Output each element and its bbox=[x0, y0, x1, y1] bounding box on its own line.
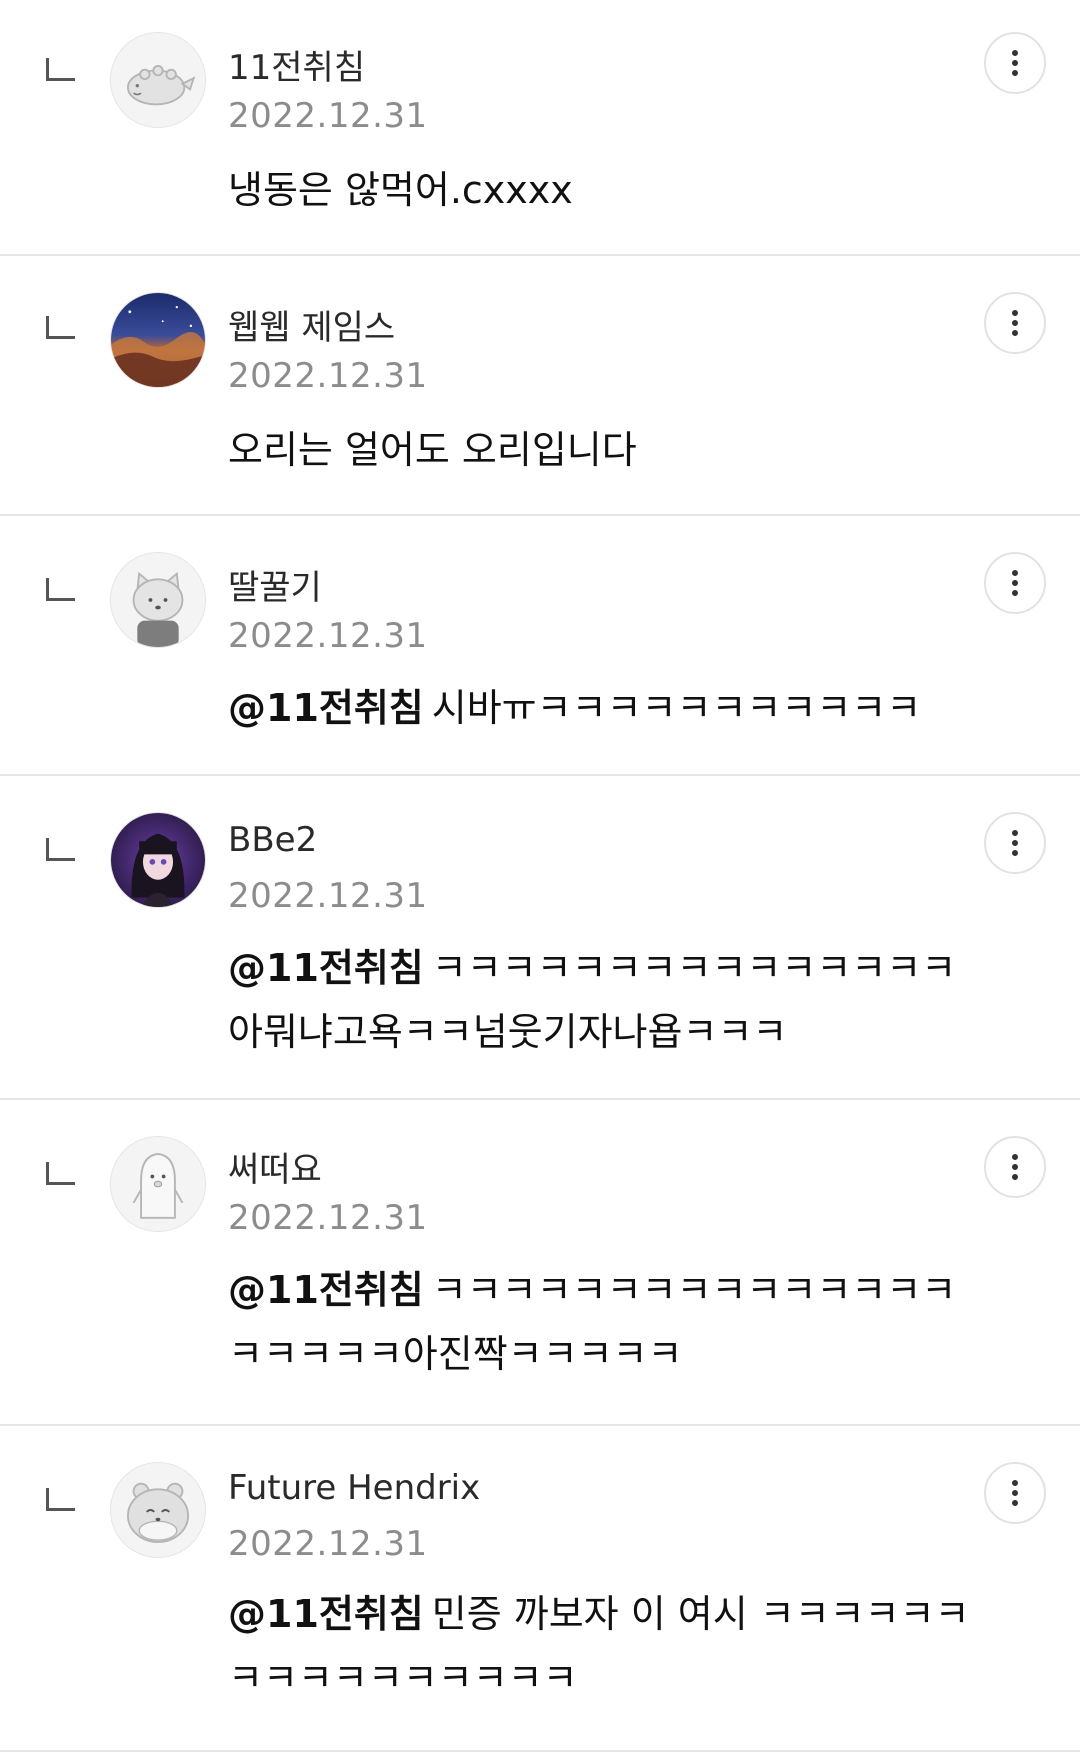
comment-author[interactable]: 딸꿀기 bbox=[228, 560, 322, 609]
mention-link[interactable]: @11전취침 bbox=[228, 946, 424, 990]
more-options-button[interactable] bbox=[984, 292, 1046, 354]
comment-body: 오리는 얼어도 오리입니다 bbox=[228, 428, 637, 472]
comment-item: 써떠요 2022.12.31 @11전취침 ㅋㅋㅋㅋㅋㅋㅋㅋㅋㅋㅋㅋㅋㅋㅋㅋㅋㅋㅋ… bbox=[0, 1100, 1080, 1426]
reply-indicator-icon bbox=[46, 838, 75, 861]
more-options-button[interactable] bbox=[984, 1462, 1046, 1524]
comment-author[interactable]: 웹웹 제임스 bbox=[228, 300, 395, 349]
comment-text: @11전취침 ㅋㅋㅋㅋㅋㅋㅋㅋㅋㅋㅋㅋㅋㅋㅋ아뭐냐고욕ㅋㅋ넘웃기자나욥ㅋㅋㅋ bbox=[228, 936, 988, 1064]
comment-text: 냉동은 않먹어.cxxxx bbox=[228, 158, 988, 222]
mention-link[interactable]: @11전취침 bbox=[228, 1592, 424, 1636]
reply-indicator-icon bbox=[46, 1488, 75, 1511]
more-options-button[interactable] bbox=[984, 552, 1046, 614]
comment-text: 오리는 얼어도 오리입니다 bbox=[228, 418, 988, 482]
comment-author[interactable]: Future Hendrix bbox=[228, 1468, 480, 1508]
reply-indicator-icon bbox=[46, 578, 75, 601]
comment-date: 2022.12.31 bbox=[228, 876, 428, 916]
mention-link[interactable]: @11전취침 bbox=[228, 1268, 424, 1312]
reply-indicator-icon bbox=[46, 316, 75, 339]
comment-date: 2022.12.31 bbox=[228, 616, 428, 656]
reply-indicator-icon bbox=[46, 58, 75, 81]
more-options-button[interactable] bbox=[984, 32, 1046, 94]
comment-text: @11전취침 시바ㅠㅋㅋㅋㅋㅋㅋㅋㅋㅋㅋㅋ bbox=[228, 676, 988, 740]
more-vertical-icon bbox=[1012, 1154, 1018, 1180]
comment-author[interactable]: 11전취침 bbox=[228, 40, 365, 89]
more-vertical-icon bbox=[1012, 310, 1018, 336]
comment-text: @11전취침 민증 까보자 이 여시 ㅋㅋㅋㅋㅋㅋㅋㅋㅋㅋㅋㅋㅋㅋㅋㅋ bbox=[228, 1582, 988, 1710]
more-options-button[interactable] bbox=[984, 812, 1046, 874]
comment-author[interactable]: 써떠요 bbox=[228, 1142, 322, 1191]
mention-link[interactable]: @11전취침 bbox=[228, 686, 424, 730]
comment-date: 2022.12.31 bbox=[228, 96, 428, 136]
comment-list: 11전취침 2022.12.31 냉동은 않먹어.cxxxx 웹웹 제임스 20… bbox=[0, 0, 1080, 1752]
comment-date: 2022.12.31 bbox=[228, 356, 428, 396]
comment-body: 냉동은 않먹어.cxxxx bbox=[228, 168, 573, 212]
more-vertical-icon bbox=[1012, 570, 1018, 596]
comment-date: 2022.12.31 bbox=[228, 1524, 428, 1564]
dinosaur-avatar-icon[interactable] bbox=[110, 32, 206, 128]
comment-item: 11전취침 2022.12.31 냉동은 않먹어.cxxxx bbox=[0, 0, 1080, 256]
cat-avatar-icon[interactable] bbox=[110, 552, 206, 648]
anime-girl-avatar-icon[interactable] bbox=[110, 812, 206, 908]
more-options-button[interactable] bbox=[984, 1136, 1046, 1198]
comment-item: 딸꿀기 2022.12.31 @11전취침 시바ㅠㅋㅋㅋㅋㅋㅋㅋㅋㅋㅋㅋ bbox=[0, 516, 1080, 776]
more-vertical-icon bbox=[1012, 1480, 1018, 1506]
comment-item: Future Hendrix 2022.12.31 @11전취침 민증 까보자 이… bbox=[0, 1426, 1080, 1752]
comment-text: @11전취침 ㅋㅋㅋㅋㅋㅋㅋㅋㅋㅋㅋㅋㅋㅋㅋㅋㅋㅋㅋㅋ아진짝ㅋㅋㅋㅋㅋ bbox=[228, 1258, 988, 1386]
reply-indicator-icon bbox=[46, 1162, 75, 1185]
more-vertical-icon bbox=[1012, 50, 1018, 76]
comment-item: 웹웹 제임스 2022.12.31 오리는 얼어도 오리입니다 bbox=[0, 256, 1080, 516]
penguin-avatar-icon[interactable] bbox=[110, 1136, 206, 1232]
comment-body: 시바ㅠㅋㅋㅋㅋㅋㅋㅋㅋㅋㅋㅋ bbox=[431, 686, 922, 730]
hamster-avatar-icon[interactable] bbox=[110, 1462, 206, 1558]
nebula-photo-avatar-icon[interactable] bbox=[110, 292, 206, 388]
comment-author[interactable]: BBe2 bbox=[228, 820, 317, 860]
comment-date: 2022.12.31 bbox=[228, 1198, 428, 1238]
comment-item: BBe2 2022.12.31 @11전취침 ㅋㅋㅋㅋㅋㅋㅋㅋㅋㅋㅋㅋㅋㅋㅋ아뭐냐… bbox=[0, 776, 1080, 1100]
more-vertical-icon bbox=[1012, 830, 1018, 856]
